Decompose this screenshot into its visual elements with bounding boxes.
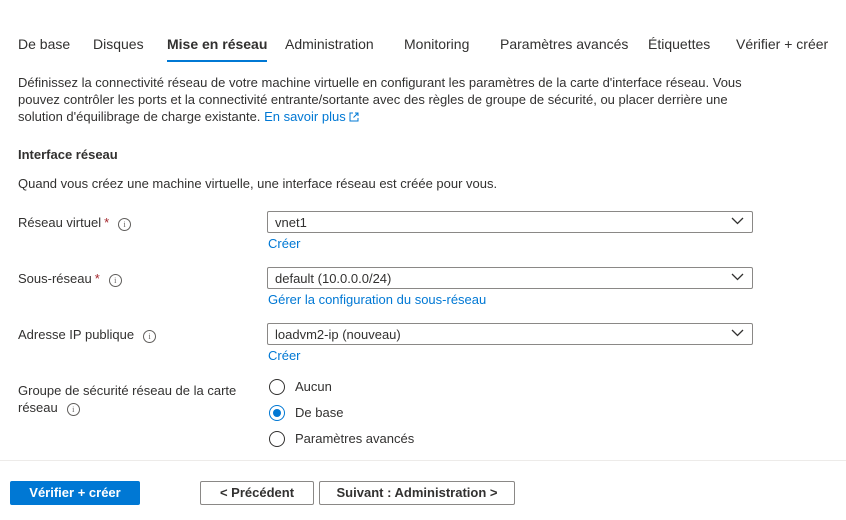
tab-etiquettes[interactable]: Étiquettes [648,36,710,64]
public-ip-select-value: loadvm2-ip (nouveau) [275,327,401,342]
tab-parametres-avances[interactable]: Paramètres avancés [500,36,628,64]
intro-description: Définissez la connectivité réseau de vot… [18,74,758,125]
radio-button[interactable] [269,379,285,395]
public-ip-select[interactable]: loadvm2-ip (nouveau) [267,323,753,345]
intro-text: Définissez la connectivité réseau de vot… [18,75,742,124]
vnet-label: Réseau virtuel * i [18,214,132,231]
chevron-down-icon [731,217,744,225]
wizard-tabs: De base Disques Mise en réseau Administr… [0,36,846,64]
section-description: Quand vous créez une machine virtuelle, … [18,176,498,191]
tab-monitoring[interactable]: Monitoring [404,36,469,64]
info-icon[interactable]: i [143,330,157,343]
public-ip-label: Adresse IP publique i [18,326,157,343]
info-icon[interactable]: i [118,218,132,231]
learn-more-link[interactable]: En savoir plus [264,109,359,124]
tab-verifier-creer[interactable]: Vérifier + créer [736,36,828,64]
chevron-down-icon [731,329,744,337]
public-ip-create-link[interactable]: Créer [268,348,301,363]
vnet-create-link[interactable]: Créer [268,236,301,251]
radio-button[interactable] [269,431,285,447]
subnet-label: Sous-réseau * i [18,270,122,287]
section-title: Interface réseau [18,147,118,162]
tab-disques[interactable]: Disques [93,36,144,64]
required-asterisk: * [104,215,110,230]
review-create-button[interactable]: Vérifier + créer [10,481,140,505]
tab-de-base[interactable]: De base [18,36,70,64]
footer-divider [0,460,846,461]
subnet-select[interactable]: default (10.0.0.0/24) [267,267,753,289]
nsg-label: Groupe de sécurité réseau de la carte ré… [18,383,237,416]
subnet-select-value: default (10.0.0.0/24) [275,271,392,286]
info-icon[interactable]: i [108,274,122,287]
subnet-manage-link[interactable]: Gérer la configuration du sous-réseau [268,292,486,307]
previous-button[interactable]: < Précédent [200,481,314,505]
required-asterisk: * [94,271,100,286]
external-link-icon [349,112,359,122]
vnet-select-value: vnet1 [275,215,307,230]
radio-button-selected[interactable] [269,405,285,421]
info-icon[interactable]: i [66,403,80,416]
tab-mise-en-reseau[interactable]: Mise en réseau [167,36,268,64]
chevron-down-icon [731,273,744,281]
vnet-select[interactable]: vnet1 [267,211,753,233]
tab-administration[interactable]: Administration [285,36,374,64]
next-button[interactable]: Suivant : Administration > [319,481,515,505]
